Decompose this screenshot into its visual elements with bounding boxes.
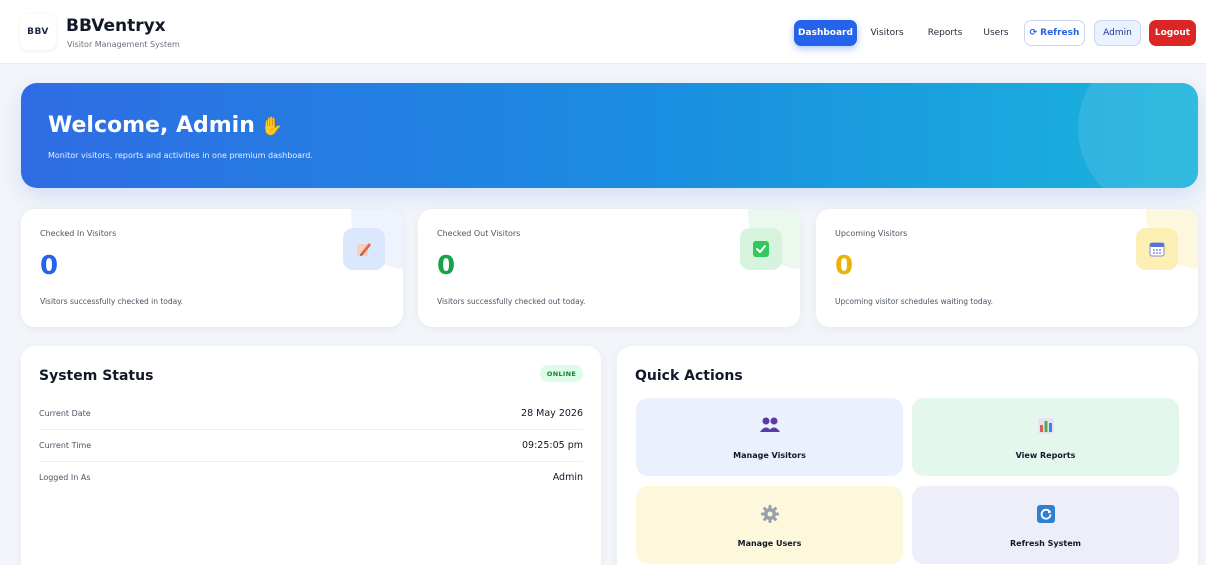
top-navbar: BBV BBVentryx Visitor Management System … — [0, 0, 1206, 64]
status-row: Current Date 28 May 2026 — [39, 398, 583, 430]
status-row: Logged In As Admin — [39, 462, 583, 494]
welcome-text: Welcome, Admin — [48, 113, 255, 138]
stat-card-upcoming: Upcoming Visitors 0 Upcoming visitor sch… — [816, 209, 1198, 327]
status-key: Logged In As — [39, 473, 91, 482]
brand-subtitle: Visitor Management System — [67, 40, 180, 49]
action-label: Manage Visitors — [733, 451, 806, 460]
welcome-subtitle: Monitor visitors, reports and activities… — [48, 151, 313, 160]
stat-value: 0 — [437, 251, 456, 281]
nav-visitors-label: Visitors — [870, 28, 904, 38]
nav-dashboard-label: Dashboard — [798, 28, 853, 38]
refresh-system-button[interactable]: Refresh System — [912, 486, 1179, 564]
view-reports-button[interactable]: View Reports — [912, 398, 1179, 476]
status-key: Current Time — [39, 441, 92, 450]
refresh-button[interactable]: ⟳ Refresh — [1024, 20, 1085, 46]
stat-label: Checked Out Visitors — [437, 229, 521, 238]
status-value: 09:25:05 pm — [522, 440, 583, 451]
stat-value: 0 — [835, 251, 854, 281]
logo-icon: BBV — [27, 27, 49, 37]
quick-actions-panel: Quick Actions Manage Visitors View Repor… — [617, 346, 1198, 565]
status-value: Admin — [552, 472, 583, 483]
brand-title: BBVentryx — [66, 16, 166, 36]
admin-label: Admin — [1103, 28, 1132, 38]
nav-users-link[interactable]: Users — [980, 20, 1012, 46]
stat-card-checked-in: Checked In Visitors 0 Visitors successfu… — [21, 209, 403, 327]
stat-value: 0 — [40, 251, 59, 281]
banner-decoration — [1078, 83, 1198, 188]
refresh-icon — [912, 504, 1179, 524]
action-label: Refresh System — [1009, 539, 1081, 548]
status-row: Current Time 09:25:05 pm — [39, 430, 583, 462]
refresh-label: Refresh — [1040, 28, 1080, 38]
status-key: Current Date — [39, 409, 91, 418]
logo[interactable]: BBV — [20, 14, 56, 50]
action-label: View Reports — [1015, 451, 1076, 460]
system-status-panel: System Status ONLINE Current Date 28 May… — [21, 346, 601, 565]
nav-reports-label: Reports — [927, 28, 963, 38]
status-value: 28 May 2026 — [521, 408, 583, 419]
calendar-icon — [1136, 228, 1178, 270]
stat-label: Checked In Visitors — [40, 229, 117, 238]
status-badge: ONLINE — [540, 365, 583, 382]
stat-description: Visitors successfully checked out today. — [437, 297, 586, 306]
gear-icon — [636, 504, 903, 524]
edit-icon — [343, 228, 385, 270]
waving-hand-icon: ✋ — [260, 116, 284, 137]
manage-visitors-button[interactable]: Manage Visitors — [636, 398, 903, 476]
stat-description: Upcoming visitor schedules waiting today… — [835, 297, 994, 306]
manage-users-button[interactable]: Manage Users — [636, 486, 903, 564]
nav-users-label: Users — [983, 28, 1009, 38]
users-icon — [636, 416, 903, 434]
stat-label: Upcoming Visitors — [835, 229, 908, 238]
nav-reports-link[interactable]: Reports — [924, 20, 966, 46]
admin-user-button[interactable]: Admin — [1094, 20, 1141, 46]
welcome-banner: Welcome, Admin ✋ Monitor visitors, report… — [21, 83, 1198, 188]
stat-card-checked-out: Checked Out Visitors 0 Visitors successf… — [418, 209, 800, 327]
bar-chart-icon — [912, 416, 1179, 436]
panel-title: System Status — [39, 368, 154, 384]
refresh-icon: ⟳ — [1029, 28, 1038, 38]
nav-dashboard-button[interactable]: Dashboard — [794, 20, 857, 46]
check-box-icon — [740, 228, 782, 270]
action-label: Manage Users — [737, 539, 802, 548]
panel-title: Quick Actions — [635, 368, 743, 384]
stat-description: Visitors successfully checked in today. — [40, 297, 183, 306]
welcome-title: Welcome, Admin ✋ — [48, 113, 283, 138]
logout-label: Logout — [1154, 28, 1191, 38]
logout-button[interactable]: Logout — [1149, 20, 1196, 46]
nav-visitors-link[interactable]: Visitors — [866, 20, 908, 46]
